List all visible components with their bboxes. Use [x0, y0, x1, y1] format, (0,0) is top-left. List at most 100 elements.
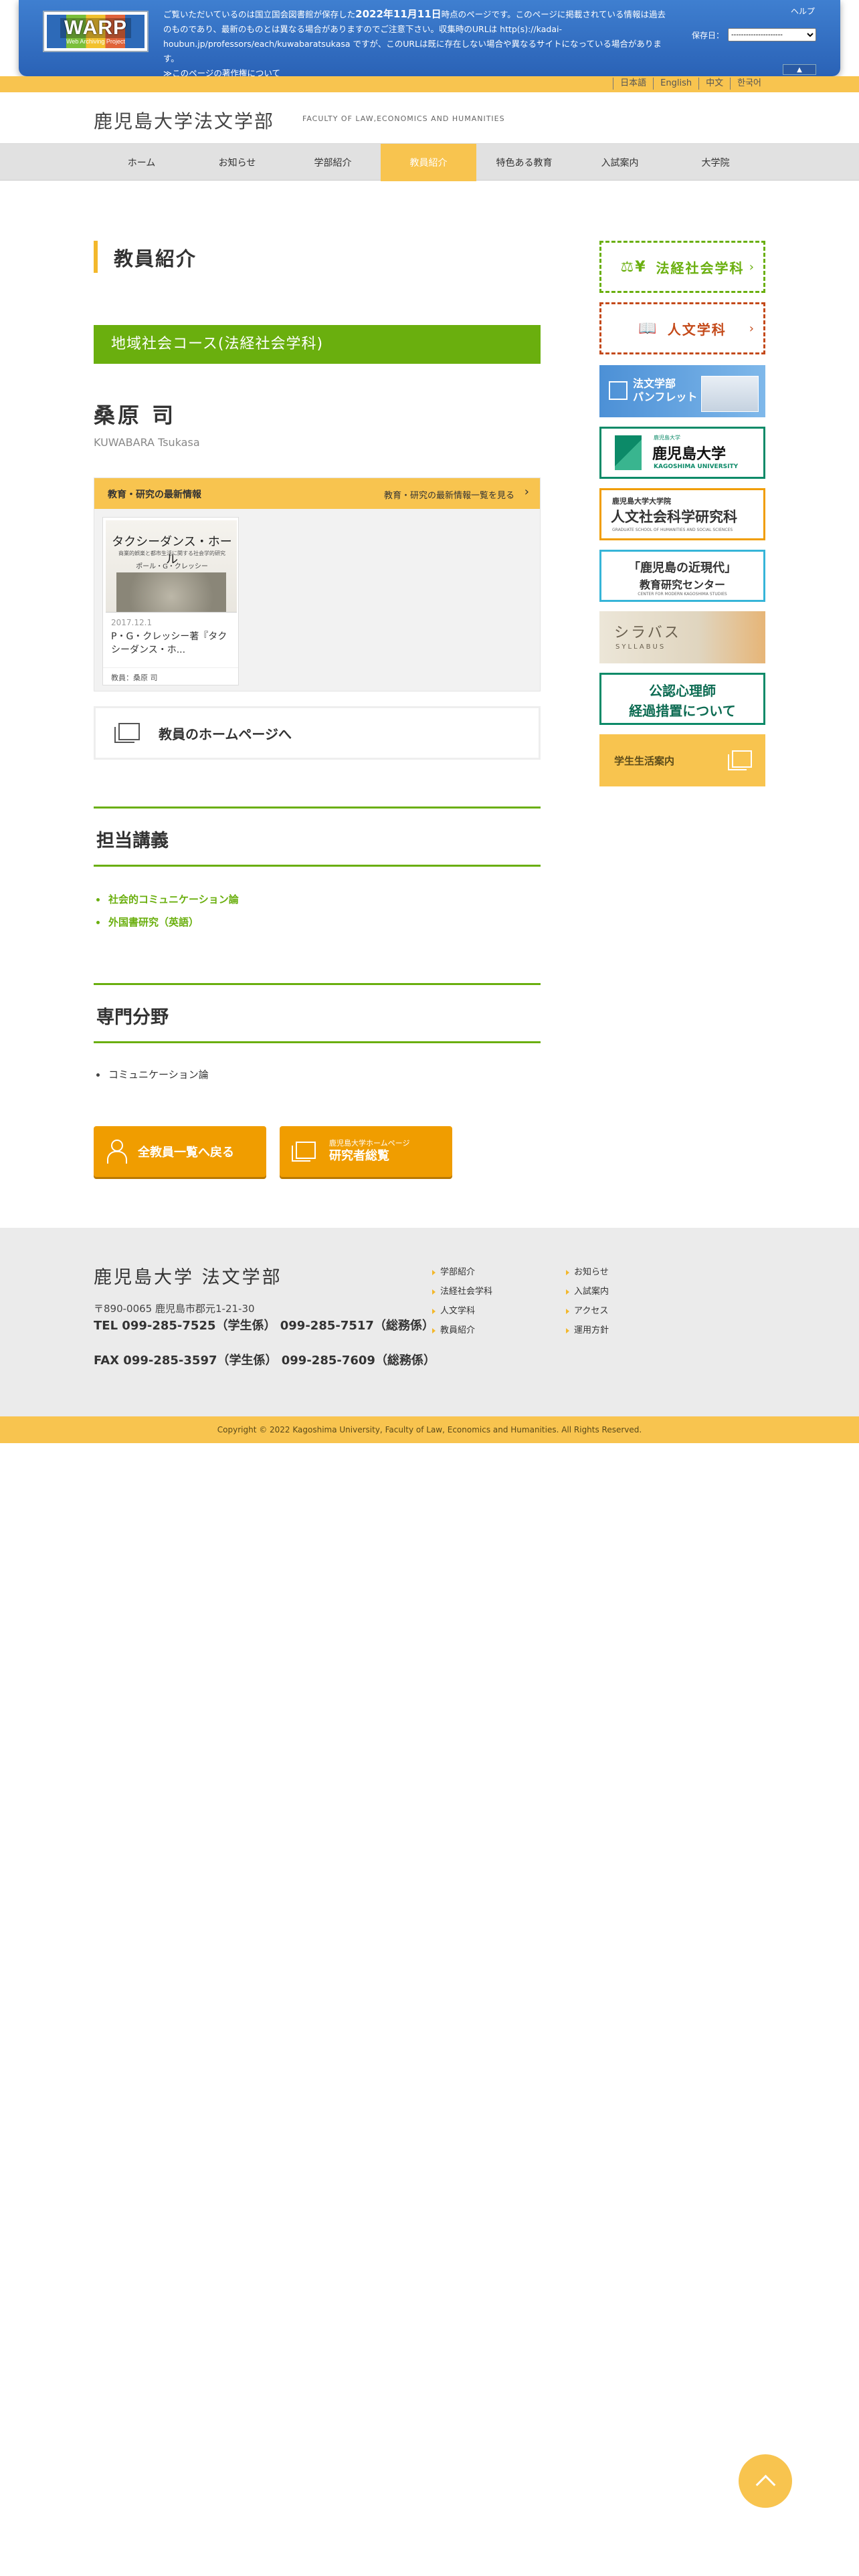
pamphlet-line2: パンフレット [633, 391, 698, 403]
news-heading: 教育・研究の最新情報 [108, 490, 201, 500]
center-line3: CENTER FOR MODERN KAGOSHIMA STUDIES [638, 592, 727, 597]
grad-line2: 人文社会科学研究科 [611, 508, 737, 525]
nav-education[interactable]: 特色ある教育 [476, 144, 572, 181]
news-panel: 教育・研究の最新情報 教育・研究の最新情報一覧を見る › タクシーダンス・ホール… [94, 477, 541, 691]
lecture-item[interactable]: 外国書研究（英語） [94, 911, 239, 934]
warp-save-date: 保存日： --------------------- [692, 28, 816, 41]
news-more-link[interactable]: 教育・研究の最新情報一覧を見る [384, 488, 514, 501]
sidebar-pamphlet-banner[interactable]: 法文学部 パンフレット [599, 365, 765, 417]
warp-save-label: 保存日： [691, 30, 724, 40]
chevron-right-icon: › [524, 485, 529, 499]
footer-link[interactable]: 教員紹介 [431, 1321, 492, 1340]
footer-link[interactable]: お知らせ [565, 1263, 609, 1282]
chevron-right-icon: › [749, 322, 755, 336]
page-title-block: 教員紹介 [94, 241, 542, 273]
specialty-item: コミュニケーション論 [94, 1063, 209, 1086]
book-author: ポール・G・クレッシー [136, 563, 208, 570]
lang-en[interactable]: English [653, 78, 698, 90]
back-to-list-button[interactable]: 全教員一覧へ戻る [94, 1126, 266, 1177]
sidebar-kagoshima-univ-banner[interactable]: 鹿児島大学 鹿児島大学 KAGOSHIMA UNIVERSITY [599, 427, 765, 479]
center-line1: 「鹿児島の近現代」 [628, 561, 737, 575]
footer-link[interactable]: 法経社会学科 [431, 1282, 492, 1301]
warp-line1-post: 時点のページです。このページに掲載されている情報は過去 [441, 9, 666, 19]
nav-home[interactable]: ホーム [94, 144, 189, 181]
warp-logo-sub: Web Archiving Project [66, 37, 125, 45]
center-line2: 教育研究センター [639, 578, 725, 591]
copy-window-icon [292, 1142, 316, 1162]
grad-line3: GRADUATE SCHOOL OF HUMANITIES AND SOCIAL… [612, 528, 733, 532]
lectures-heading: 担当講義 [94, 807, 541, 867]
nav-faculty[interactable]: 学部紹介 [285, 144, 381, 181]
psy-line2: 経過措置について [629, 703, 736, 719]
footer-link[interactable]: 人文学科 [431, 1301, 492, 1321]
lang-zh[interactable]: 中文 [698, 78, 730, 90]
sidebar-syllabus-banner[interactable]: シラバス SYLLABUS [599, 611, 765, 663]
professor-homepage-label: 教員のホームページへ [159, 726, 292, 742]
sidebar-law-dept[interactable]: ⚖¥ 法経社会学科 › [599, 241, 765, 293]
site-subtitle: FACULTY OF LAW,ECONOMICS AND HUMANITIES [302, 114, 505, 123]
sidebar-research-center-banner[interactable]: 「鹿児島の近現代」 教育研究センター CENTER FOR MODERN KAG… [599, 550, 765, 602]
news-date: 2017.12.1 [111, 618, 153, 627]
syllabus-jp: シラバス [614, 625, 681, 641]
building-photo [701, 376, 759, 412]
footer-link[interactable]: 入試案内 [565, 1282, 609, 1301]
nav-professors[interactable]: 教員紹介 [381, 144, 476, 181]
nav-news[interactable]: お知らせ [189, 144, 285, 181]
sidebar-psychologist-banner[interactable]: 公認心理師 経過措置について [599, 673, 765, 725]
footer-link[interactable]: アクセス [565, 1301, 609, 1321]
researcher-directory-button[interactable]: 鹿児島大学ホームページ 研究者総覧 [280, 1126, 452, 1177]
copyright-bar: Copyright © 2022 Kagoshima University, F… [0, 1416, 859, 1443]
book-cover-photo [116, 572, 226, 612]
lang-ko[interactable]: 한국어 [730, 78, 768, 90]
footer-link[interactable]: 学部紹介 [431, 1263, 492, 1282]
ku-english: KAGOSHIMA UNIVERSITY [654, 463, 739, 470]
grad-line1: 鹿児島大学大学院 [612, 497, 671, 506]
footer: 鹿児島大学 法文学部 〒890-0065 鹿児島市郡元1-21-30 TEL 0… [0, 1228, 859, 1416]
copy-window-icon [728, 750, 752, 770]
page-title: 教員紹介 [114, 247, 197, 270]
back-to-list-label: 全教員一覧へ戻る [138, 1146, 234, 1160]
footer-link[interactable]: 運用方針 [565, 1321, 609, 1340]
footer-tel: TEL 099-285-7525（学生係） 099-285-7517（総務係） [94, 1319, 434, 1333]
warp-save-select[interactable]: --------------------- [728, 28, 816, 41]
lectures-list: 社会的コミュニケーション論 外国書研究（英語） [94, 888, 239, 934]
nav-admission[interactable]: 入試案内 [572, 144, 668, 181]
researcher-directory-sub: 鹿児島大学ホームページ [329, 1139, 410, 1148]
kagoshima-univ-logo [615, 435, 642, 470]
scales-yen-icon: ⚖¥ [620, 258, 647, 276]
book-subtitle: 商業的娯楽と都市生活に関する社会学的研究 [118, 550, 225, 556]
news-card[interactable]: タクシーダンス・ホール 商業的娯楽と都市生活に関する社会学的研究 ポール・G・ク… [102, 517, 239, 685]
course-band: 地域社会コース(法経社会学科) [94, 325, 541, 364]
sidebar-student-life-banner[interactable]: 学生生活案内 [599, 734, 765, 786]
lang-ja[interactable]: 日本語 [613, 78, 653, 90]
warp-collapse-button[interactable]: ▲ [783, 64, 816, 75]
ku-small-text: 鹿児島大学 [654, 435, 680, 441]
warp-line2: のものであり、最新のものとは異なる場合がありますのでご注意下さい。収集時のURL… [163, 24, 562, 34]
footer-links-1: 学部紹介 法経社会学科 人文学科 教員紹介 [431, 1263, 492, 1340]
psy-line1: 公認心理師 [649, 683, 716, 699]
professor-homepage-button[interactable]: 教員のホームページへ [94, 706, 541, 760]
person-icon [107, 1140, 127, 1164]
professor-name: 桑原 司 [94, 403, 177, 428]
warp-help-link[interactable]: ヘルプ [791, 5, 815, 17]
back-to-top-button[interactable] [739, 2454, 792, 2508]
footer-links-2: お知らせ 入試案内 アクセス 運用方針 [565, 1263, 609, 1340]
footer-fax: FAX 099-285-3597（学生係） 099-285-7609（総務係） [94, 1354, 436, 1368]
pamphlet-icon [609, 381, 628, 400]
news-title: P・G・クレッシー著『タクシーダンス・ホ... [111, 631, 227, 655]
warp-notice: ご覧いただいているのは国立国会図書館が保存した2022年11月11日時点のページ… [163, 7, 692, 81]
lecture-item[interactable]: 社会的コミュニケーション論 [94, 888, 239, 911]
site-logo[interactable]: 鹿児島大学法文学部 [94, 107, 274, 134]
ku-name: 鹿児島大学 [652, 446, 727, 463]
specialty-list: コミュニケーション論 [94, 1063, 209, 1086]
sidebar-graduate-school-banner[interactable]: 鹿児島大学大学院 人文社会科学研究科 GRADUATE SCHOOL OF HU… [599, 488, 765, 540]
nav-graduate[interactable]: 大学院 [668, 144, 763, 181]
professor-romaji: KUWABARA Tsukasa [94, 436, 200, 449]
caret-up-icon: ▲ [797, 66, 802, 74]
footer-title: 鹿児島大学 法文学部 [94, 1267, 282, 1288]
warp-logo[interactable]: WARP Web Archiving Project [43, 11, 149, 52]
warp-date: 2022年11月11日 [355, 8, 442, 20]
researcher-directory-label: 研究者総覧 [329, 1149, 389, 1163]
chevron-right-icon: › [749, 260, 755, 274]
sidebar-humanities-dept[interactable]: 📖 人文学科 › [599, 302, 765, 354]
